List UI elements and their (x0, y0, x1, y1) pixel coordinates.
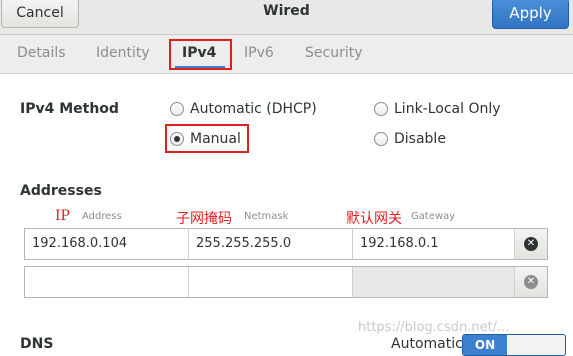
radio-disable-label[interactable]: Disable (394, 131, 446, 147)
tab-ipv6[interactable]: IPv6 (244, 45, 274, 61)
address-input[interactable] (25, 267, 188, 297)
delete-row-button[interactable]: ✕ (514, 267, 547, 297)
highlight-box-tab (169, 39, 232, 70)
annotation-gateway: 默认网关 (346, 211, 402, 227)
close-circle-icon: ✕ (524, 275, 538, 289)
annotation-ip: IP (55, 208, 70, 224)
gateway-input[interactable]: 192.168.0.1 (353, 229, 516, 259)
window-title: Wired (263, 3, 310, 19)
switch-on-label: ON (463, 335, 507, 355)
radio-link-local-only[interactable] (374, 102, 388, 116)
netmask-input[interactable] (189, 267, 352, 297)
apply-button[interactable]: Apply (492, 0, 569, 29)
ipv4-method-label: IPv4 Method (20, 101, 119, 117)
gateway-input[interactable] (353, 267, 516, 297)
column-header-gateway: Gateway (411, 211, 456, 222)
highlight-box-manual (165, 124, 249, 153)
tab-security[interactable]: Security (305, 45, 363, 61)
address-input[interactable]: 192.168.0.104 (25, 229, 188, 259)
tab-bar: Details Identity IPv4 IPv6 Security (0, 35, 573, 74)
header-bar: Cancel Wired Apply (0, 0, 573, 35)
column-header-address: Address (82, 211, 122, 222)
dns-automatic-switch[interactable]: ON (462, 334, 566, 356)
tab-identity[interactable]: Identity (96, 45, 150, 61)
dns-automatic-label: Automatic (391, 336, 463, 352)
address-row: 192.168.0.104 255.255.255.0 192.168.0.1 … (24, 228, 548, 260)
radio-link-local-only-label[interactable]: Link-Local Only (394, 101, 501, 117)
netmask-input[interactable]: 255.255.255.0 (189, 229, 352, 259)
address-row: ✕ (24, 266, 548, 298)
annotation-netmask: 子网掩码 (176, 211, 232, 227)
column-header-netmask: Netmask (244, 211, 289, 222)
dns-section-label: DNS (20, 336, 54, 352)
radio-automatic-dhcp[interactable] (170, 102, 184, 116)
addresses-section-label: Addresses (20, 183, 102, 199)
delete-row-button[interactable]: ✕ (514, 229, 547, 259)
tab-details[interactable]: Details (17, 45, 66, 61)
close-circle-icon: ✕ (524, 237, 538, 251)
radio-automatic-dhcp-label[interactable]: Automatic (DHCP) (190, 101, 317, 117)
watermark: https://blog.csdn.net/... (358, 320, 510, 335)
radio-disable[interactable] (374, 132, 388, 146)
